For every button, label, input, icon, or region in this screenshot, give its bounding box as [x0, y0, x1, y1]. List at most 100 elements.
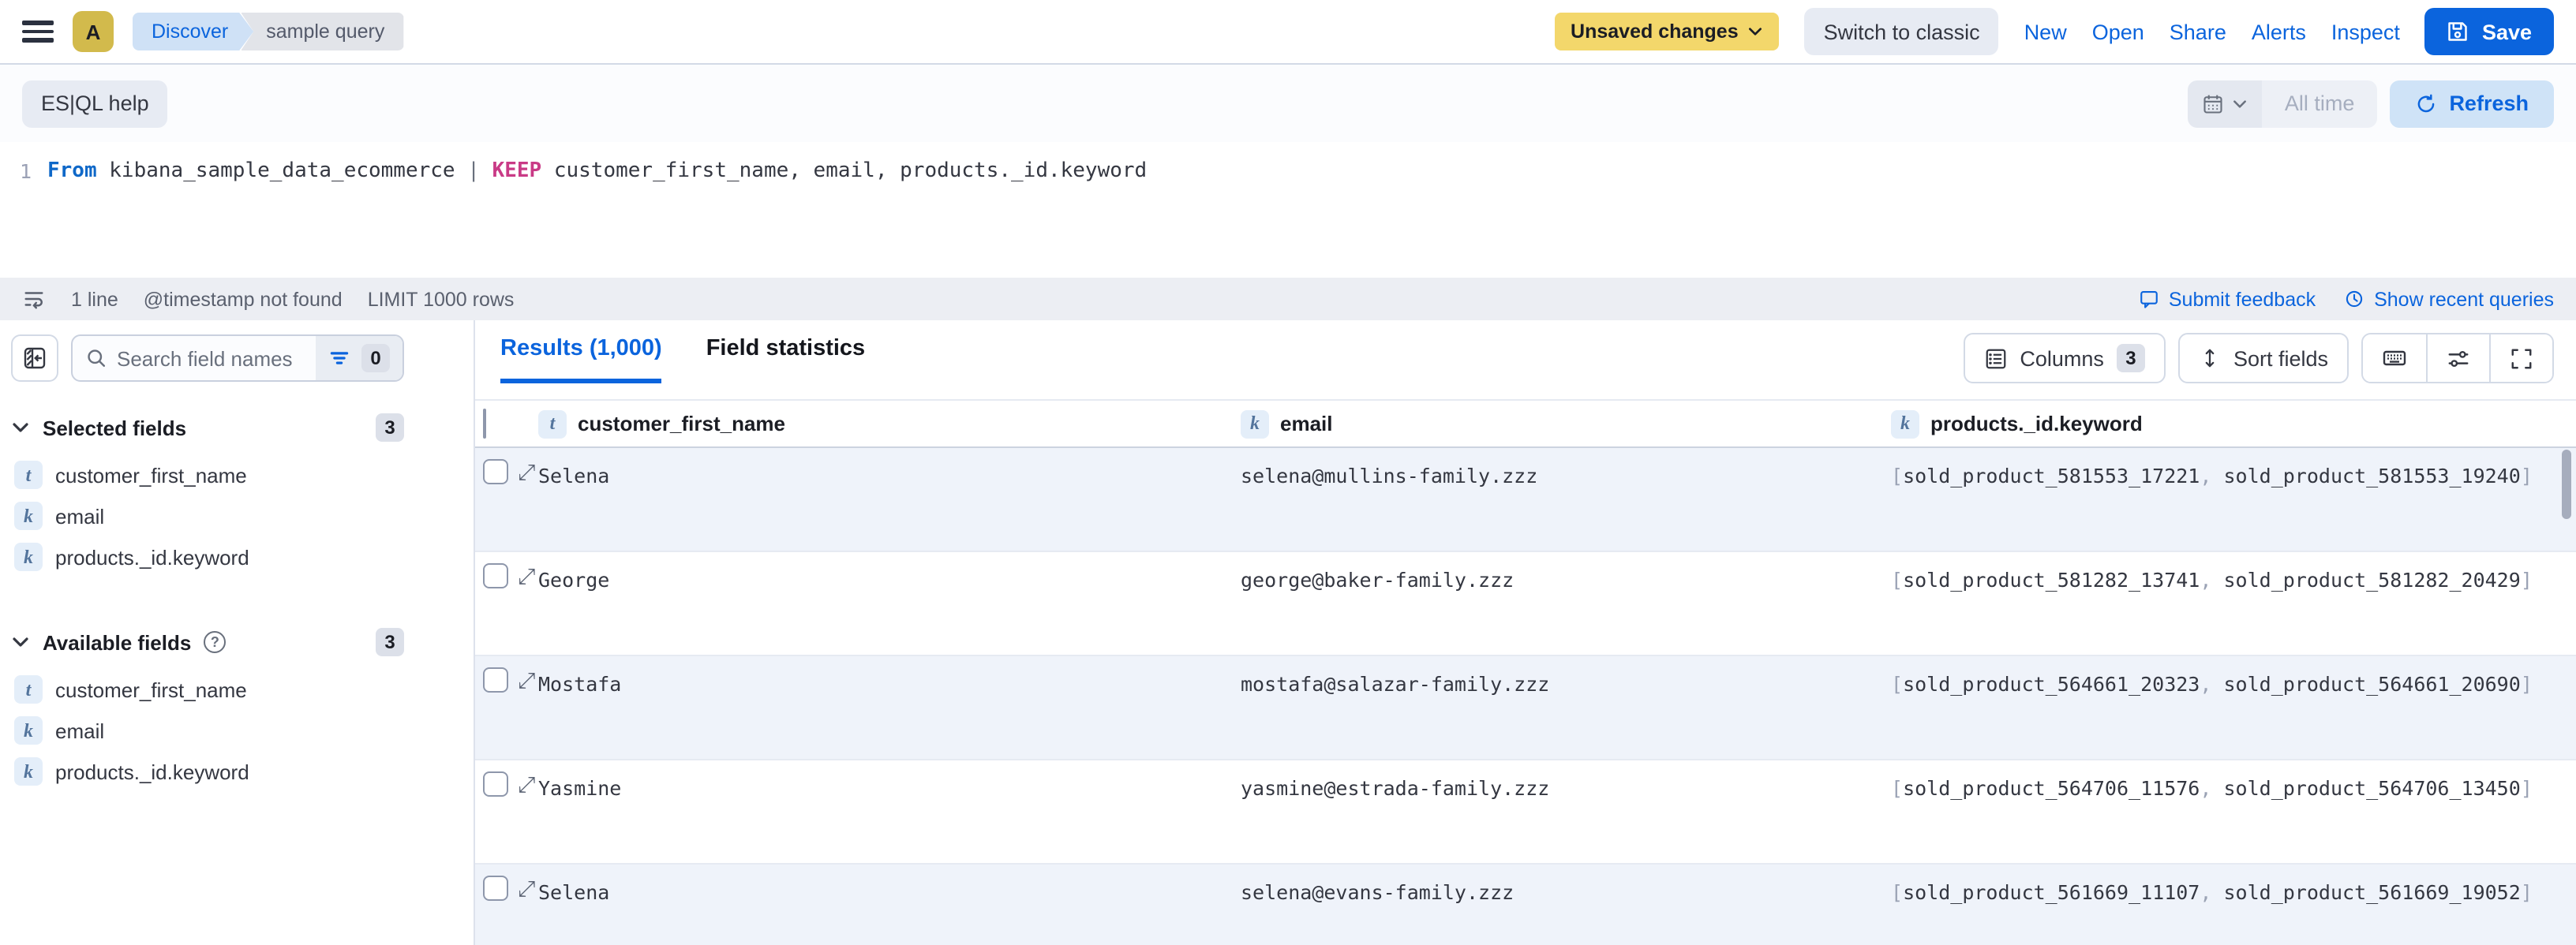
cell-customer-first-name: Mostafa [538, 672, 622, 696]
top-header: A Discover sample query Unsaved changes … [0, 0, 2576, 65]
display-options-button[interactable] [2426, 334, 2489, 382]
columns-count-badge: 3 [2116, 344, 2145, 372]
fields-sidebar: 0 Selected fields 3 t customer_first_nam… [0, 320, 475, 945]
field-item-products-id-keyword[interactable]: k products._id.keyword [11, 751, 404, 792]
date-picker[interactable]: All time [2188, 80, 2377, 127]
keyboard-shortcuts-button[interactable] [2363, 334, 2426, 382]
submit-feedback-link[interactable]: Submit feedback [2139, 288, 2316, 310]
date-picker-quick-select[interactable] [2188, 80, 2263, 127]
save-button[interactable]: Save [2424, 8, 2554, 55]
help-icon[interactable]: ? [204, 631, 227, 653]
tab-results[interactable]: Results (1,000) [500, 336, 662, 383]
editor-line-count: 1 line [71, 288, 118, 310]
collapse-sidebar-button[interactable] [11, 334, 58, 382]
open-link[interactable]: Open [2092, 20, 2144, 43]
query-toolbar: ES|QL help All time Refresh [0, 65, 2576, 142]
expand-row-icon[interactable]: ⤢ [518, 459, 535, 484]
results-grid: t customer_first_name k email k products… [475, 399, 2576, 945]
field-item-products-id-keyword[interactable]: k products._id.keyword [11, 536, 404, 577]
selected-fields-header[interactable]: Selected fields 3 [11, 413, 404, 442]
row-checkbox[interactable] [483, 563, 508, 588]
cell-products: [sold_product_564706_11576, sold_product… [1891, 776, 2533, 800]
cell-email: selena@evans-family.zzz [1241, 880, 1515, 904]
chevron-down-icon [13, 423, 28, 432]
field-item-customer-first-name[interactable]: t customer_first_name [11, 669, 404, 710]
keyword-type-icon: k [14, 757, 43, 786]
alerts-link[interactable]: Alerts [2252, 20, 2306, 43]
available-fields-count: 3 [376, 628, 404, 656]
filter-count-badge: 0 [361, 344, 390, 372]
field-item-email[interactable]: k email [11, 710, 404, 751]
timestamp-warning: @timestamp not found [143, 288, 343, 310]
collapse-sidebar-icon [24, 347, 46, 369]
columns-button[interactable]: Columns 3 [1963, 333, 2166, 383]
row-checkbox[interactable] [483, 667, 508, 693]
unsaved-changes-badge[interactable]: Unsaved changes [1555, 13, 1780, 50]
main-area: 0 Selected fields 3 t customer_first_nam… [0, 320, 2576, 945]
chevron-down-icon [13, 637, 28, 647]
share-link[interactable]: Share [2170, 20, 2226, 43]
table-row: ⤢ Yasmine yasmine@estrada-family.zzz [so… [475, 760, 2576, 865]
text-type-icon: t [538, 409, 567, 438]
editor-line-number: 1 [19, 159, 32, 183]
breadcrumb-discover[interactable]: Discover [133, 13, 253, 50]
switch-to-classic-button[interactable]: Switch to classic [1804, 8, 1999, 55]
esql-help-button[interactable]: ES|QL help [22, 80, 168, 127]
field-filters-button[interactable]: 0 [316, 336, 402, 380]
available-fields-header[interactable]: Available fields ? 3 [11, 628, 404, 656]
limit-info: LIMIT 1000 rows [367, 288, 515, 310]
cell-email: selena@mullins-family.zzz [1241, 464, 1538, 487]
row-checkbox[interactable] [483, 771, 508, 797]
cell-products: [sold_product_581553_17221, sold_product… [1891, 464, 2533, 487]
expand-row-icon[interactable]: ⤢ [518, 771, 535, 797]
table-row: ⤢ Mostafa mostafa@salazar-family.zzz [so… [475, 656, 2576, 760]
results-toolbar: Results (1,000) Field statistics Columns… [475, 320, 2576, 399]
fullscreen-button[interactable] [2489, 334, 2552, 382]
available-fields-section: Available fields ? 3 t customer_first_na… [11, 628, 404, 792]
expand-row-icon[interactable]: ⤢ [518, 563, 535, 588]
tab-field-statistics[interactable]: Field statistics [706, 336, 865, 383]
keyword-type-icon: k [14, 716, 43, 745]
field-item-email[interactable]: k email [11, 495, 404, 536]
sliders-icon [2448, 349, 2469, 367]
search-field-names-input[interactable] [117, 346, 316, 370]
text-type-icon: t [14, 461, 43, 489]
keyword-type-icon: k [14, 543, 43, 571]
feedback-icon [2140, 291, 2158, 308]
breadcrumb: Discover sample query [133, 13, 404, 50]
calendar-icon [2204, 94, 2223, 113]
menu-icon[interactable] [22, 21, 54, 43]
inspect-link[interactable]: Inspect [2331, 20, 2400, 43]
grid-header-row: t customer_first_name k email k products… [475, 401, 2576, 448]
expand-row-icon[interactable]: ⤢ [518, 876, 535, 901]
show-recent-queries-link[interactable]: Show recent queries [2344, 288, 2554, 310]
esql-editor[interactable]: 1 From kibana_sample_data_ecommerce | KE… [0, 142, 2576, 278]
sort-fields-button[interactable]: Sort fields [2177, 333, 2349, 383]
cell-customer-first-name: Selena [538, 464, 610, 487]
row-checkbox[interactable] [483, 876, 508, 901]
esql-query-text[interactable]: From kibana_sample_data_ecommerce | KEEP… [47, 156, 1147, 278]
breadcrumb-sample-query[interactable]: sample query [241, 13, 404, 50]
cell-products: [sold_product_564661_20323, sold_product… [1891, 672, 2533, 696]
time-range-label[interactable]: All time [2262, 80, 2377, 127]
keyboard-icon [2383, 350, 2406, 366]
refresh-button[interactable]: Refresh [2389, 80, 2554, 127]
selected-fields-count: 3 [376, 413, 404, 442]
field-search-box: 0 [71, 334, 404, 382]
column-header-products-id-keyword[interactable]: k products._id.keyword [1891, 409, 2576, 438]
history-clock-icon [2346, 290, 2363, 308]
fullscreen-icon [2511, 348, 2532, 368]
select-all-checkbox[interactable] [483, 408, 486, 438]
new-link[interactable]: New [2024, 20, 2067, 43]
row-checkbox[interactable] [483, 459, 508, 484]
expand-row-icon[interactable]: ⤢ [518, 667, 535, 693]
keyword-type-icon: k [1891, 409, 1919, 438]
space-avatar[interactable]: A [73, 11, 114, 52]
cell-email: mostafa@salazar-family.zzz [1241, 672, 1550, 696]
vertical-scrollbar[interactable] [2562, 450, 2571, 519]
filter-icon [330, 352, 349, 364]
column-header-customer-first-name[interactable]: t customer_first_name [538, 409, 1241, 438]
chevron-down-icon [1749, 28, 1762, 35]
field-item-customer-first-name[interactable]: t customer_first_name [11, 454, 404, 495]
column-header-email[interactable]: k email [1241, 409, 1891, 438]
